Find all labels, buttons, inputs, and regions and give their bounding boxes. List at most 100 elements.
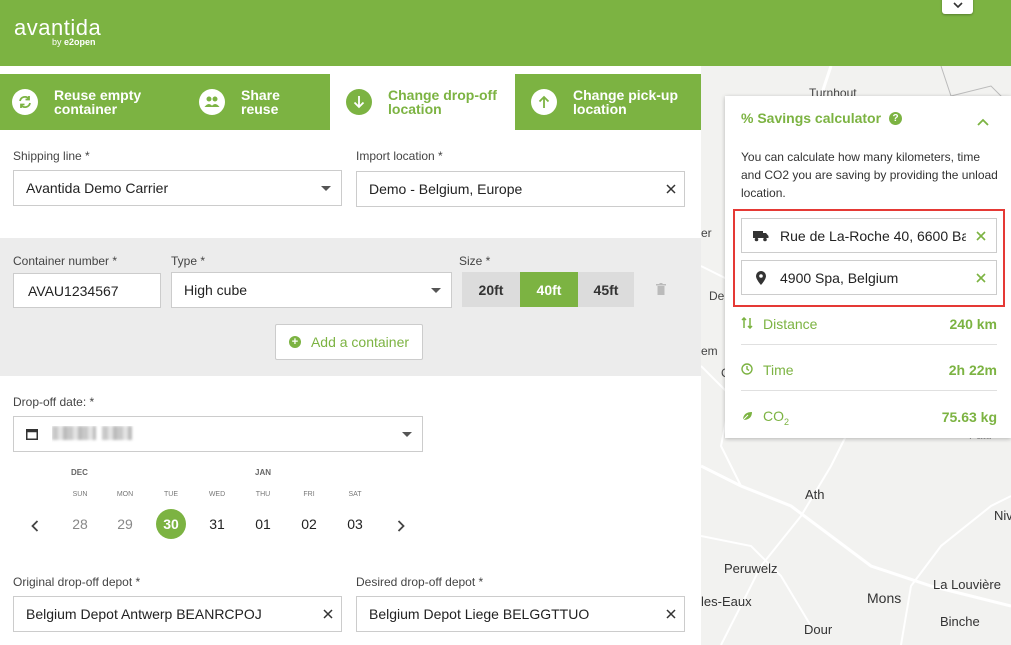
caret-down-icon bbox=[431, 287, 441, 293]
logo-by: by bbox=[52, 37, 62, 47]
caret-down-icon bbox=[321, 185, 331, 191]
chevron-right-icon bbox=[397, 520, 405, 532]
arrow-down-icon bbox=[346, 89, 372, 115]
close-icon bbox=[666, 184, 676, 194]
time-label: Time bbox=[763, 362, 794, 378]
tab-share-reuse[interactable]: Share reuse bbox=[170, 74, 330, 130]
tab-label: Reuse empty container bbox=[54, 87, 142, 117]
container-number-value: AVAU1234567 bbox=[28, 282, 119, 299]
time-stat: Time 2h 22m bbox=[741, 362, 997, 378]
tab-label: Share reuse bbox=[241, 87, 280, 117]
chevron-left-icon bbox=[31, 520, 39, 532]
calendar-dow: SUN bbox=[72, 491, 88, 498]
calendar-day[interactable]: 28 bbox=[65, 509, 95, 539]
calendar-prev-button[interactable] bbox=[27, 516, 43, 536]
shipping-line-select[interactable]: Avantida Demo Carrier bbox=[13, 170, 342, 206]
trash-icon bbox=[656, 283, 666, 295]
calendar-next-button[interactable] bbox=[393, 516, 409, 536]
calendar-dow: WED bbox=[208, 491, 226, 498]
calendar-day[interactable]: 31 bbox=[202, 509, 232, 539]
co2-label-sub: 2 bbox=[784, 416, 790, 427]
shipping-line-value: Avantida Demo Carrier bbox=[26, 180, 169, 196]
type-select[interactable]: High cube bbox=[171, 272, 452, 308]
calendar-day[interactable]: 01 bbox=[248, 509, 278, 539]
collapse-button[interactable] bbox=[977, 113, 989, 131]
avantida-logo[interactable]: avantida by e2open bbox=[14, 15, 101, 47]
co2-label-text: CO bbox=[763, 408, 784, 424]
shipping-line-label: Shipping line * bbox=[13, 149, 90, 163]
app-header: avantida by e2open bbox=[0, 0, 1011, 66]
size-40ft-button[interactable]: 40ft bbox=[520, 272, 578, 307]
dropoff-date-label: Drop-off date: * bbox=[13, 395, 95, 409]
import-location-value: Demo - Belgium, Europe bbox=[369, 181, 523, 197]
arrow-up-icon bbox=[531, 89, 557, 115]
clear-desired-depot-button[interactable] bbox=[666, 609, 676, 619]
map-label: Peruwelz bbox=[724, 561, 778, 576]
calendar-dow: SAT bbox=[348, 491, 362, 498]
original-depot-value: Belgium Depot Antwerp BEANRCPOJ bbox=[26, 606, 262, 622]
distance-value: 240 km bbox=[949, 316, 997, 332]
type-value: High cube bbox=[184, 282, 248, 298]
calendar-day[interactable]: 02 bbox=[294, 509, 324, 539]
co2-stat: CO2 75.63 kg bbox=[741, 408, 997, 427]
distance-label: Distance bbox=[763, 316, 818, 332]
map-label: er bbox=[701, 226, 712, 240]
leaf-icon bbox=[741, 409, 763, 425]
size-45ft-button[interactable]: 45ft bbox=[578, 272, 634, 307]
help-icon[interactable]: ? bbox=[889, 111, 903, 125]
caret-down-icon bbox=[402, 431, 412, 437]
map-label: Ath bbox=[805, 487, 825, 502]
redacted-text bbox=[52, 425, 96, 440]
calendar-day[interactable]: 03 bbox=[340, 509, 370, 539]
savings-title-text: % Savings calculator bbox=[741, 110, 882, 126]
map-label: Dour bbox=[804, 622, 833, 637]
dropoff-date-select[interactable] bbox=[13, 416, 423, 452]
calendar-month-jan: JAN bbox=[255, 468, 272, 477]
delete-container-button[interactable] bbox=[656, 282, 666, 300]
add-container-label: Add a container bbox=[310, 334, 410, 350]
map-label: La Louvière bbox=[933, 577, 1001, 592]
map-label: les-Eaux bbox=[701, 594, 752, 609]
clock-icon bbox=[741, 362, 763, 378]
map-label: em bbox=[701, 344, 718, 358]
calendar-dow: MON bbox=[116, 491, 134, 498]
people-icon bbox=[199, 89, 225, 115]
clear-original-depot-button[interactable] bbox=[323, 609, 333, 619]
desired-depot-value: Belgium Depot Liege BELGGTTUO bbox=[369, 606, 590, 622]
import-location-label: Import location * bbox=[356, 149, 443, 163]
divider bbox=[741, 344, 997, 345]
logo-brand: e2open bbox=[64, 37, 96, 47]
calendar-day-selected[interactable]: 30 bbox=[156, 509, 186, 539]
header-menu-button[interactable] bbox=[942, 0, 973, 14]
size-20ft-button[interactable]: 20ft bbox=[462, 272, 520, 307]
savings-description: You can calculate how many kilometers, t… bbox=[741, 150, 998, 200]
import-location-field[interactable]: Demo - Belgium, Europe bbox=[356, 171, 685, 207]
tab-change-drop-off-location[interactable]: Change drop-off location bbox=[330, 74, 515, 130]
calendar-month-dec: DEC bbox=[71, 468, 88, 477]
tab-reuse-empty-container[interactable]: Reuse empty container bbox=[0, 74, 170, 130]
close-icon bbox=[666, 609, 676, 619]
desired-depot-field[interactable]: Belgium Depot Liege BELGGTTUO bbox=[356, 596, 685, 632]
map-label: Niv bbox=[994, 508, 1011, 523]
tool-tabs: Reuse empty container Share reuse Change… bbox=[0, 74, 701, 130]
clear-import-location-button[interactable] bbox=[666, 184, 676, 194]
tab-label: Change drop-off location bbox=[388, 87, 497, 117]
calendar-dow: THU bbox=[255, 491, 271, 498]
container-number-input[interactable]: AVAU1234567 bbox=[13, 273, 161, 308]
calendar-day[interactable]: 29 bbox=[110, 509, 140, 539]
tab-change-pick-up-location[interactable]: Change pick-up location bbox=[515, 74, 701, 130]
co2-label: CO2 bbox=[763, 408, 789, 427]
chevron-down-icon bbox=[952, 2, 963, 8]
time-value: 2h 22m bbox=[948, 362, 997, 378]
size-toggle-group: 20ft 40ft 45ft bbox=[462, 272, 634, 307]
size-label: Size * bbox=[459, 254, 491, 268]
calendar-dow: FRI bbox=[303, 491, 315, 498]
original-depot-field[interactable]: Belgium Depot Antwerp BEANRCPOJ bbox=[13, 596, 342, 632]
add-container-button[interactable]: + Add a container bbox=[275, 324, 423, 360]
desired-depot-label: Desired drop-off depot * bbox=[356, 575, 484, 589]
co2-value: 75.63 kg bbox=[941, 409, 997, 426]
dropoff-date-value-redacted bbox=[52, 425, 402, 443]
reuse-icon bbox=[12, 89, 38, 115]
plus-icon: + bbox=[288, 336, 301, 348]
divider bbox=[741, 390, 997, 391]
